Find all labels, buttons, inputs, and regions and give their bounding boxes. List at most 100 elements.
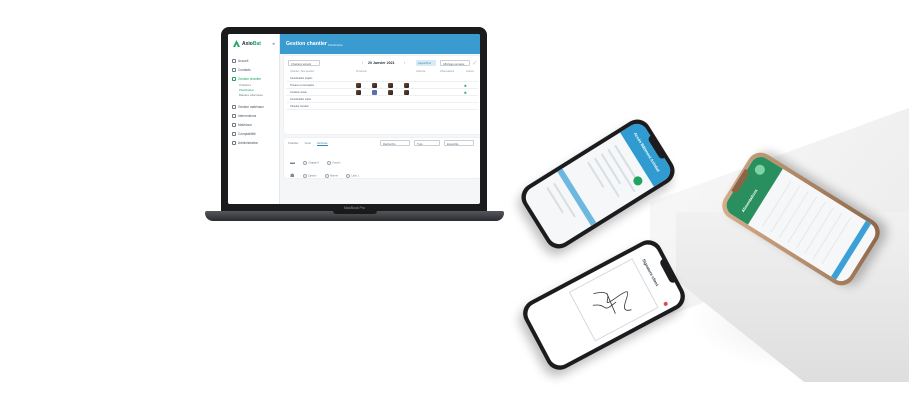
next-date-icon[interactable]: › — [404, 61, 405, 65]
today-button[interactable]: Aujourd'hui — [416, 60, 436, 66]
box-icon — [232, 122, 236, 127]
tools-icon — [232, 113, 236, 118]
avatar[interactable] — [404, 90, 409, 95]
sidebar-item-gestion-chantier[interactable]: Gestion chantier — [232, 74, 278, 83]
signature-drawing — [592, 291, 632, 314]
chip-dot — [346, 174, 351, 179]
app-topbar: Gestion chantier Planification — [280, 34, 480, 54]
leaf-icon[interactable]: ♣ — [464, 90, 467, 95]
sidebar-item-comptabilite[interactable]: Comptabilité — [232, 129, 278, 138]
tab-vehicule[interactable]: Véhicule — [316, 141, 328, 146]
column-header: Actions — [466, 70, 474, 73]
avatar[interactable] — [372, 90, 377, 95]
signature-pad[interactable] — [568, 258, 659, 342]
chip-label: Alarme — [330, 175, 338, 178]
sidebar-item-label: Matériaux — [238, 122, 252, 127]
page-subtitle: Planification — [328, 42, 344, 47]
sidebar-item-gestion-materiaux[interactable]: Gestion matériaux — [232, 102, 278, 111]
sidebar-item-label: Gestion chantier — [238, 76, 262, 81]
materials-icon — [232, 104, 236, 109]
planning-card: Chantiers actuels ‹ 20 Janvier 2021 › Au… — [284, 56, 480, 134]
sidebar-item-label: Accueil — [238, 58, 249, 63]
avatar[interactable] — [356, 83, 361, 88]
sidebar-item-materiaux[interactable]: Matériaux — [232, 120, 278, 129]
table-row[interactable]: Chantier Gestion — [286, 103, 478, 110]
resources-card: Chantier Vous Véhicule Recherche Type En… — [284, 138, 480, 179]
avatar[interactable] — [388, 83, 393, 88]
tab-chantier[interactable]: Chantier — [288, 141, 299, 146]
vehicle-row-2: ☗ Camion Alarme Labo 1 — [290, 164, 363, 182]
column-header: Chantier / Site Gestion — [290, 70, 315, 73]
view-select[interactable]: Affichage semaine — [440, 60, 470, 66]
phone-title: Alimentations — [740, 188, 759, 214]
sidebar-item-label: Interventions — [238, 113, 257, 118]
fullscreen-icon[interactable]: ⤢ — [473, 61, 476, 65]
placeholder-line — [586, 161, 605, 189]
resource-chip[interactable]: Camion — [302, 174, 317, 179]
contacts-icon — [232, 67, 236, 72]
chip-dot — [325, 174, 330, 179]
row-label: Chantier Gestion — [290, 105, 309, 108]
chip-dot — [302, 174, 307, 179]
row-label: Travaux et rénovation — [290, 84, 315, 87]
avatar[interactable] — [356, 90, 361, 95]
status-badge — [752, 162, 767, 177]
logo-mark-icon — [233, 40, 240, 47]
leaf-icon[interactable]: ♣ — [464, 83, 467, 88]
row-label: Coordination projets — [290, 77, 313, 80]
type-select[interactable]: Type — [414, 140, 440, 146]
table-row[interactable]: Livraison poste — [286, 89, 478, 96]
sidebar-item-label: Contacts — [238, 67, 251, 72]
laptop: AxioBat ◂ Accueil Contacts Gestion chant… — [205, 27, 504, 223]
sidebar-item-interventions[interactable]: Interventions — [232, 111, 278, 120]
sidebar-item-label: Administration — [238, 140, 259, 145]
laptop-model-label: MacBook Pro — [343, 206, 365, 210]
product-showcase: AxioBat ◂ Accueil Contacts Gestion chant… — [0, 0, 909, 400]
row-label: Livraison poste — [290, 91, 307, 94]
column-header: Véhicule — [416, 70, 426, 73]
sidebar-item-label: Gestion matériaux — [238, 104, 264, 109]
app-logo: AxioBat — [233, 40, 261, 47]
chip-label: Camion — [307, 175, 317, 178]
phone-bottom: Signature client — [518, 235, 690, 375]
avatar[interactable] — [388, 90, 393, 95]
phone-header: Accès Bâtiment Axiobat — [620, 119, 675, 187]
group-select[interactable]: Ensemble — [444, 140, 474, 146]
sidebar-item-label: Comptabilité — [238, 131, 256, 136]
sidebar-nav: Accueil Contacts Gestion chantier Chanti… — [232, 56, 278, 147]
sidebar-item-accueil[interactable]: Accueil — [232, 56, 278, 65]
prev-date-icon[interactable]: ‹ — [362, 61, 363, 65]
filter-select[interactable]: Chantiers actuels — [288, 60, 320, 66]
table-row[interactable]: Coordination projets — [286, 75, 478, 82]
logo-prefix: Axio — [242, 40, 253, 47]
home-icon — [232, 58, 236, 63]
resource-tabs: Chantier Vous Véhicule — [288, 141, 328, 146]
collapse-sidebar-icon[interactable]: ◂ — [272, 41, 275, 47]
logo-text: AxioBat — [242, 41, 261, 47]
main-content: Chantiers actuels ‹ 20 Janvier 2021 › Au… — [284, 56, 480, 200]
laptop-base-notch — [333, 211, 377, 214]
resource-chip[interactable]: Alarme — [325, 174, 338, 179]
app-sidebar: AxioBat ◂ Accueil Contacts Gestion chant… — [228, 34, 280, 204]
clear-signature-icon[interactable] — [663, 301, 669, 307]
column-header: Personnel — [356, 70, 367, 73]
logo-suffix: Bat — [252, 40, 261, 47]
tab-vous[interactable]: Vous — [305, 141, 311, 146]
table-row[interactable]: Travaux et rénovation — [286, 82, 478, 89]
search-placeholder: Recherche — [383, 142, 396, 146]
sidebar-item-administration[interactable]: Administration — [232, 138, 278, 147]
laptop-lid: AxioBat ◂ Accueil Contacts Gestion chant… — [221, 27, 487, 213]
dollar-icon — [232, 131, 236, 136]
avatar[interactable] — [372, 83, 377, 88]
laptop-screen: AxioBat ◂ Accueil Contacts Gestion chant… — [228, 34, 480, 204]
avatar[interactable] — [404, 83, 409, 88]
resource-chip[interactable]: Labo 1 — [346, 174, 360, 179]
chip-label: Labo 1 — [351, 175, 360, 178]
sidebar-item-contacts[interactable]: Contacts — [232, 65, 278, 74]
gear-icon — [232, 140, 236, 145]
table-row[interactable]: Coordination sortie — [286, 96, 478, 103]
page-title: Gestion chantier — [286, 41, 327, 47]
current-date: 20 Janvier 2021 — [368, 61, 395, 65]
search-input[interactable]: Recherche — [380, 140, 410, 146]
placeholder-line — [546, 186, 564, 214]
